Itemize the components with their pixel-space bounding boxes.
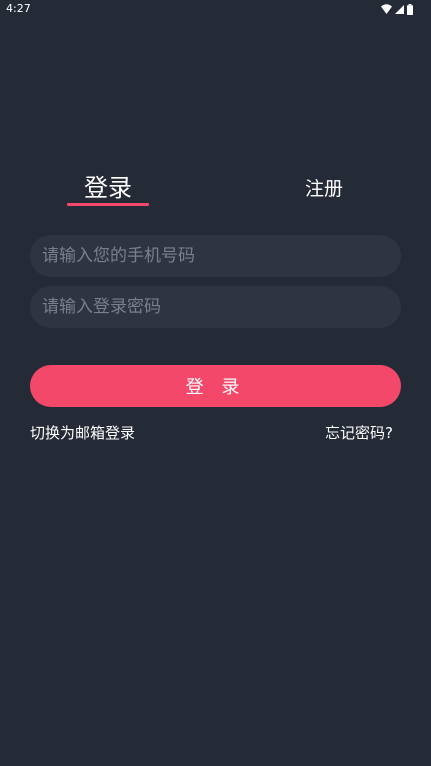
- battery-icon: [407, 3, 413, 15]
- auth-tabs: 登录 注册: [0, 172, 431, 212]
- tab-login[interactable]: 登录: [67, 172, 149, 206]
- phone-input[interactable]: [42, 235, 389, 277]
- wifi-icon: [381, 4, 392, 14]
- switch-to-email-login-link[interactable]: 切换为邮箱登录: [30, 423, 135, 443]
- password-input[interactable]: [42, 286, 389, 328]
- signal-icon: [395, 4, 404, 14]
- tab-login-label: 登录: [84, 174, 132, 202]
- phone-field-container: [30, 235, 401, 277]
- forgot-password-link[interactable]: 忘记密码?: [325, 423, 393, 443]
- tab-register-label: 注册: [304, 178, 343, 200]
- status-time: 4:27: [6, 2, 31, 15]
- status-bar: 4:27: [0, 0, 431, 18]
- password-field-container: [30, 286, 401, 328]
- tab-active-indicator: [67, 203, 149, 206]
- status-icons: [381, 3, 413, 15]
- tab-register[interactable]: 注册: [296, 172, 352, 206]
- login-button[interactable]: 登 录: [30, 365, 401, 407]
